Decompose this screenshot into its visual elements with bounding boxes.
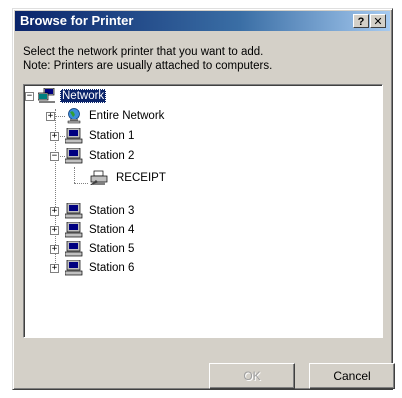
tree-label: Station 2: [89, 150, 135, 162]
network-tree-view[interactable]: − Network + Entire Network + Station 1 −…: [23, 84, 383, 338]
tree-label: Station 1: [89, 130, 135, 142]
tree-connector: [55, 116, 65, 117]
tree-label: Network: [60, 89, 107, 103]
computer-icon: [65, 222, 83, 238]
tree-node-station-6[interactable]: Station 6: [65, 259, 136, 277]
tree-label: RECEIPT: [116, 172, 166, 184]
close-button[interactable]: ✕: [370, 14, 386, 28]
instruction-line-1: Select the network printer that you want…: [23, 46, 264, 58]
root-expander[interactable]: −: [25, 92, 34, 101]
tree-label: Station 6: [89, 262, 135, 274]
network-icon: [38, 88, 55, 103]
tree-connector: [74, 183, 88, 184]
expander[interactable]: +: [50, 264, 59, 273]
tree-node-station-5[interactable]: Station 5: [65, 240, 136, 258]
computer-icon: [65, 241, 83, 257]
tree-node-station-1[interactable]: Station 1: [65, 127, 136, 145]
computer-icon: [65, 203, 83, 219]
globe-icon: [67, 108, 81, 124]
tree-node-station-3[interactable]: Station 3: [65, 202, 136, 220]
tree-node-network[interactable]: Network: [38, 87, 107, 105]
expander[interactable]: +: [50, 245, 59, 254]
computer-icon: [65, 260, 83, 276]
ok-button[interactable]: OK: [209, 363, 295, 389]
instructions: Select the network printer that you want…: [23, 45, 383, 73]
expander[interactable]: −: [50, 152, 59, 161]
tree-node-entire-network[interactable]: Entire Network: [65, 107, 166, 125]
help-button[interactable]: ?: [353, 14, 369, 28]
expander[interactable]: +: [46, 112, 55, 121]
tree-label: Station 4: [89, 224, 135, 236]
title-bar[interactable]: Browse for Printer ? ✕: [15, 11, 390, 31]
tree-label: Entire Network: [89, 110, 165, 122]
tree-connector: [74, 167, 75, 183]
browse-for-printer-dialog: Browse for Printer ? ✕ Select the networ…: [12, 8, 395, 390]
tree-node-receipt-printer[interactable]: RECEIPT: [88, 169, 168, 187]
expander[interactable]: +: [50, 132, 59, 141]
instruction-line-2: Note: Printers are usually attached to c…: [23, 60, 273, 72]
expander[interactable]: +: [50, 207, 59, 216]
tree-label: Station 5: [89, 243, 135, 255]
printer-icon: [90, 170, 108, 185]
tree-node-station-2[interactable]: Station 2: [65, 147, 136, 165]
computer-icon: [65, 128, 83, 144]
window-title: Browse for Printer: [20, 13, 134, 28]
cancel-button[interactable]: Cancel: [309, 363, 395, 389]
computer-icon: [65, 148, 83, 164]
tree-label: Station 3: [89, 205, 135, 217]
tree-node-station-4[interactable]: Station 4: [65, 221, 136, 239]
expander[interactable]: +: [50, 226, 59, 235]
